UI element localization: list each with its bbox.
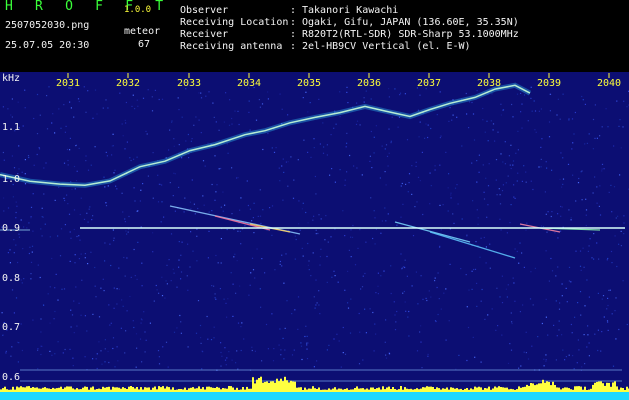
meteor-label: meteor xyxy=(124,26,161,37)
x-tick-label: 2032 xyxy=(115,78,141,89)
info-separator: : xyxy=(290,17,297,28)
y-tick-label: 1.1 xyxy=(2,122,21,133)
drifting-signal-core xyxy=(0,84,531,187)
info-label-location: Receiving Location xyxy=(180,17,289,28)
y-tick-label: 1.0 xyxy=(2,174,21,185)
y-axis-unit: kHz xyxy=(2,73,21,84)
x-tick-label: 2033 xyxy=(176,78,202,89)
info-value-antenna: 2el-HB9CV Vertical (el. E-W) xyxy=(302,41,471,52)
x-tick-label: 2035 xyxy=(296,78,322,89)
y-tick-label: 0.8 xyxy=(2,273,21,284)
y-tick-label: 0.9 xyxy=(2,223,21,234)
y-tick-label: 0.7 xyxy=(2,322,21,333)
x-tick-label: 2038 xyxy=(476,78,502,89)
info-label-receiver: Receiver xyxy=(180,29,229,40)
x-tick-label: 2036 xyxy=(356,78,382,89)
file-name: 2507052030.png xyxy=(5,20,90,31)
meteor-count: 67 xyxy=(138,39,151,50)
spectrogram: kHz 1.1 1.0 0.9 0.8 0.7 0.6 2031 2032 20… xyxy=(0,72,629,400)
x-axis-ticks xyxy=(67,73,610,78)
info-separator: : xyxy=(290,41,297,52)
x-tick-label: 2040 xyxy=(596,78,622,89)
drifting-signal-trace xyxy=(0,82,532,188)
info-label-observer: Observer xyxy=(180,5,229,16)
info-value-receiver: R820T2(RTL-SDR) SDR-Sharp 53.1000MHz xyxy=(302,29,519,40)
timestamp: 25.07.05 20:30 xyxy=(5,40,90,51)
info-value-observer: Takanori Kawachi xyxy=(302,5,399,16)
y-tick-label: 0.6 xyxy=(2,372,21,383)
signal-level-meter xyxy=(0,376,629,400)
info-separator: : xyxy=(290,5,297,16)
info-separator: : xyxy=(290,29,297,40)
info-value-location: Ogaki, Gifu, JAPAN (136.60E, 35.35N) xyxy=(302,17,519,28)
meteor-streaks xyxy=(169,205,601,259)
x-tick-label: 2031 xyxy=(55,78,81,89)
spectrogram-canvas xyxy=(0,73,629,400)
x-tick-label: 2037 xyxy=(416,78,442,89)
x-tick-label: 2039 xyxy=(536,78,562,89)
header-panel: H R O F F T 1.0.0 2507052030.png 25.07.0… xyxy=(0,0,629,72)
app-version: 1.0.0 xyxy=(124,5,152,15)
x-tick-label: 2034 xyxy=(236,78,262,89)
info-label-antenna: Receiving antenna xyxy=(180,41,283,52)
